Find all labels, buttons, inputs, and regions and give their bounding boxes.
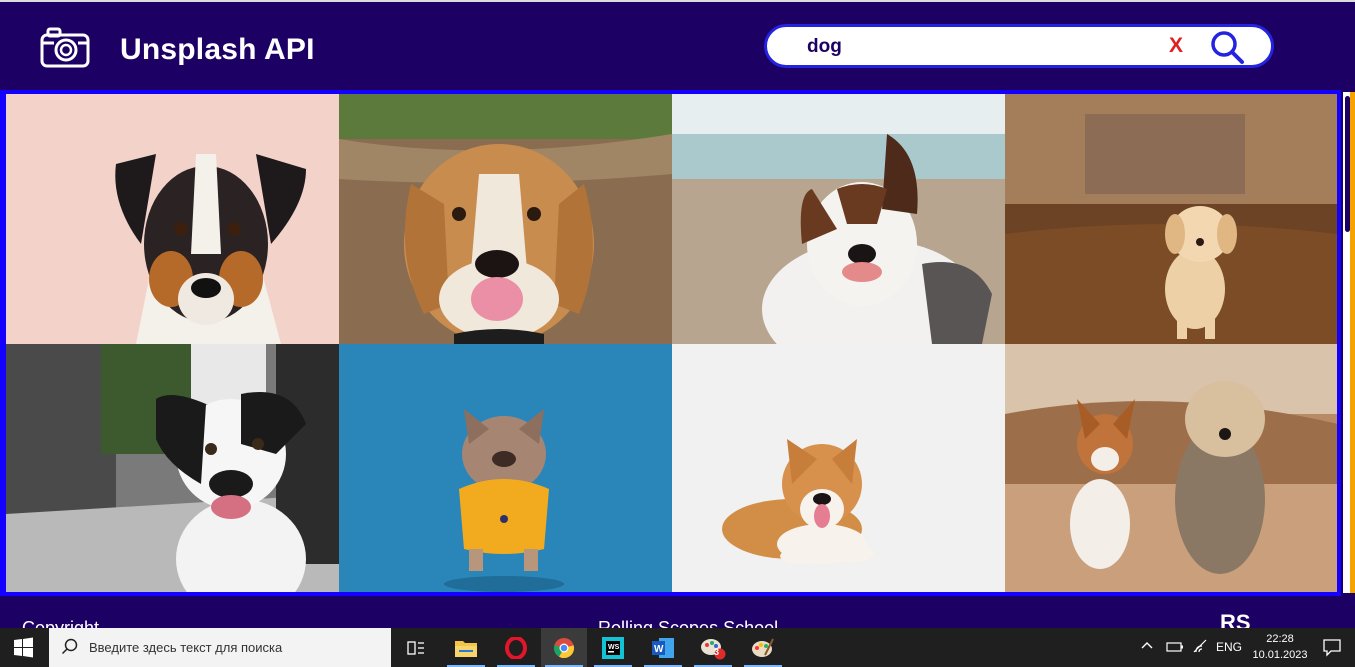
svg-text:WS: WS [608,644,620,651]
chrome-icon [553,637,575,658]
language-indicator[interactable]: ENG [1216,640,1242,667]
gallery-image[interactable] [672,344,1005,592]
gallery-image[interactable] [1005,94,1337,344]
search-icon[interactable] [1207,29,1247,65]
search-icon [61,638,78,655]
taskbar-word[interactable]: W [640,628,686,667]
search-input[interactable] [807,32,1147,62]
footer-school-link[interactable]: Rolling Scopes School [598,618,778,628]
app-header: Unsplash API X [0,0,1355,90]
footer-rs-logo[interactable]: RS [1220,610,1251,628]
camera-icon [40,27,90,68]
webstorm-icon: WS [602,636,624,659]
australian-shepherd-image [672,94,1005,344]
taskbar-search-placeholder: Введите здесь текст для поиска [89,640,283,655]
image-grid [6,94,1337,592]
taskbar-webstorm[interactable]: WS [590,628,636,667]
tray-overflow-chevron-icon[interactable] [1140,638,1154,667]
folder-icon [455,640,477,657]
gallery-image[interactable] [6,344,339,592]
search-bar: X [764,24,1274,68]
gallery-image[interactable] [672,94,1005,344]
beagle-image [339,94,672,344]
paint-icon [701,638,726,659]
windows-start-icon[interactable] [0,628,48,667]
app-footer: Copyright Rolling Scopes School RS [0,596,1355,628]
gallery-image[interactable] [6,94,339,344]
corgi-and-yorkie-image [1005,344,1337,592]
taskbar-paint[interactable] [740,628,786,667]
golden-puppy-image [1005,94,1337,344]
taskbar-search[interactable]: Введите здесь текст для поиска [49,628,391,667]
corgi-lying-image [672,344,1005,592]
clock-date: 10.01.2023 [1252,649,1308,661]
battery-icon[interactable] [1166,640,1184,667]
scrollbar-thumb[interactable] [1345,96,1350,232]
word-icon: W [652,637,674,658]
gallery-image[interactable] [339,94,672,344]
footer-copyright: Copyright [22,618,100,628]
terrier-portrait-image [6,94,339,344]
task-view-icon [407,640,424,655]
gallery-image[interactable] [339,344,672,592]
wifi-icon[interactable] [1192,638,1208,667]
notification-badge: 3 [714,647,720,657]
french-bulldog-image [339,344,672,592]
gallery-image[interactable] [1005,344,1337,592]
clear-search-button[interactable]: X [1169,34,1183,58]
palette-icon [752,638,774,657]
taskbar-clock[interactable]: 22:28 10.01.2023 [1248,631,1312,663]
app-title: Unsplash API [120,33,315,66]
taskbar-chrome[interactable] [541,628,587,667]
taskbar-paint-notifications[interactable]: 3 [690,628,736,667]
clock-time: 22:28 [1266,633,1294,645]
opera-icon [505,636,527,659]
taskbar-file-explorer[interactable] [443,628,489,667]
task-view-button[interactable] [393,628,439,667]
image-gallery [0,90,1341,596]
taskbar-opera[interactable] [493,628,539,667]
windows-taskbar: Введите здесь текст для поиска WS W 3 EN… [0,628,1355,667]
scrollbar-accent [1350,92,1355,593]
page: Unsplash API X [0,0,1355,667]
svg-text:W: W [654,644,664,655]
notification-center-icon[interactable] [1322,637,1342,667]
jack-russell-image [6,344,339,592]
